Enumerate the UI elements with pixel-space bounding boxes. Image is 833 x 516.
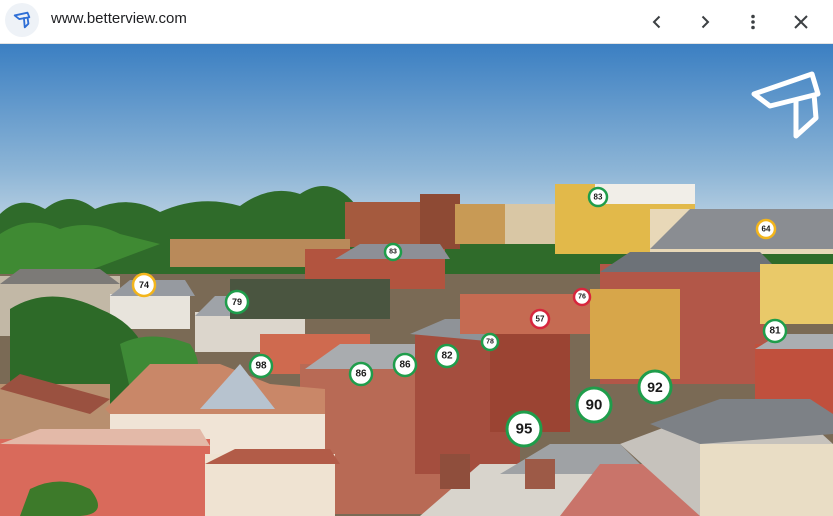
score-marker[interactable]: 95 <box>505 410 543 448</box>
svg-text:86: 86 <box>355 369 367 380</box>
more-options-button[interactable] <box>737 6 769 38</box>
svg-text:78: 78 <box>486 339 494 346</box>
svg-text:79: 79 <box>232 297 242 307</box>
score-marker[interactable]: 64 <box>755 218 777 240</box>
more-vert-icon <box>751 14 755 30</box>
url-display[interactable]: www.betterview.com <box>51 10 187 27</box>
svg-text:64: 64 <box>762 225 771 234</box>
score-marker[interactable]: 86 <box>348 361 374 387</box>
score-marker[interactable]: 82 <box>434 343 460 369</box>
score-marker[interactable]: 86 <box>392 352 418 378</box>
score-marker[interactable]: 90 <box>575 386 613 424</box>
svg-text:83: 83 <box>594 193 603 202</box>
chevron-right-icon <box>701 15 710 29</box>
svg-text:98: 98 <box>255 361 267 372</box>
close-icon <box>794 15 808 29</box>
svg-text:74: 74 <box>139 280 149 290</box>
score-marker[interactable]: 83 <box>383 242 403 262</box>
betterview-logo-icon[interactable] <box>5 3 39 37</box>
score-marker[interactable]: 79 <box>224 289 250 315</box>
score-marker[interactable]: 76 <box>572 287 592 307</box>
browser-toolbar: www.betterview.com <box>0 0 833 44</box>
chevron-left-icon <box>652 15 661 29</box>
forward-button[interactable] <box>689 6 721 38</box>
score-marker[interactable]: 74 <box>131 272 157 298</box>
score-marker[interactable]: 92 <box>637 369 673 405</box>
score-marker[interactable]: 81 <box>762 318 788 344</box>
svg-text:82: 82 <box>441 351 453 362</box>
svg-text:86: 86 <box>399 360 411 371</box>
town-aerial-photo: 83 64 83 74 79 76 57 78 82 86 86 98 81 9… <box>0 44 833 516</box>
svg-text:92: 92 <box>647 379 663 395</box>
close-button[interactable] <box>785 6 817 38</box>
svg-text:95: 95 <box>516 421 533 438</box>
score-marker[interactable]: 78 <box>480 332 500 352</box>
score-marker[interactable]: 57 <box>529 308 551 330</box>
svg-text:57: 57 <box>536 315 545 324</box>
svg-text:81: 81 <box>769 326 781 337</box>
score-marker[interactable]: 83 <box>587 186 609 208</box>
back-button[interactable] <box>641 6 673 38</box>
svg-text:90: 90 <box>586 397 603 414</box>
svg-text:76: 76 <box>578 294 586 301</box>
hero-image: 83 64 83 74 79 76 57 78 82 86 86 98 81 9… <box>0 44 833 516</box>
svg-text:83: 83 <box>389 249 397 256</box>
score-marker[interactable]: 98 <box>248 353 274 379</box>
